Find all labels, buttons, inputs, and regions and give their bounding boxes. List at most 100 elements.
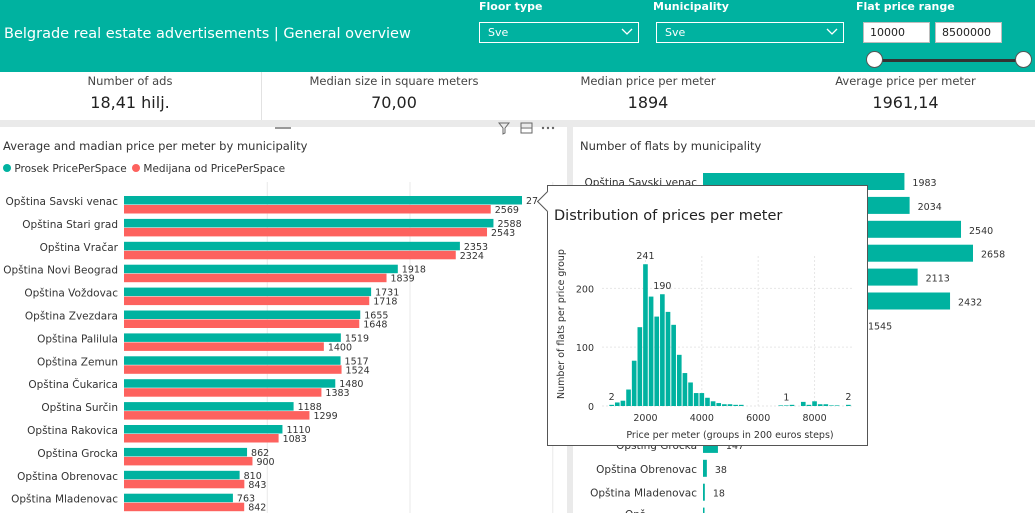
data-label: 843 — [248, 480, 266, 491]
title-separator: | — [269, 26, 284, 42]
category-label: Opš — [625, 509, 645, 513]
report-title: Belgrade real estate advertisements | Ge… — [4, 26, 411, 42]
bar — [124, 365, 342, 374]
kpi-card-median-price: Median price per meter 1894 — [520, 74, 776, 112]
bar — [124, 205, 491, 214]
left-bar-chart[interactable]: Opština Savski venac 272569Opština Stari … — [0, 127, 567, 513]
kpi-value: 1961,14 — [872, 93, 939, 112]
price-range-label: Flat price range — [856, 0, 955, 13]
data-label: 2432 — [958, 298, 982, 309]
histogram-bar — [710, 401, 716, 406]
y-tick-label: 100 — [576, 343, 594, 354]
histogram-bar — [648, 296, 654, 406]
category-label: Opština Obrenovac — [596, 464, 697, 476]
municipality-dropdown[interactable]: Sve — [656, 22, 844, 43]
category-label: Opština Vračar — [40, 242, 119, 254]
histogram-tooltip: Distribution of prices per meter 0 100 200… — [536, 185, 868, 446]
bar — [124, 264, 398, 274]
price-min-input[interactable]: 10000 — [863, 22, 930, 43]
histogram-bar — [846, 404, 851, 406]
data-label: 900 — [256, 457, 274, 468]
data-label: 1718 — [373, 297, 397, 308]
category-label: Opština Rakovica — [27, 425, 118, 437]
bar — [124, 388, 322, 397]
data-label: 241 — [636, 251, 654, 262]
histogram-bar — [778, 405, 784, 406]
histogram-bar — [812, 401, 817, 406]
bar — [124, 319, 360, 328]
category-label: Opština Novi Beograd — [3, 265, 118, 277]
histogram-bar — [671, 324, 676, 406]
category-label: Opština Obrenovac — [17, 471, 118, 483]
histogram-bar — [834, 405, 840, 406]
report-title-sub: General overview — [283, 26, 411, 42]
y-axis-title: Number of flats per price group — [556, 249, 567, 399]
histogram-bar — [643, 264, 648, 406]
bar — [124, 218, 494, 228]
y-tick-label: 200 — [576, 284, 594, 295]
histogram-bar — [823, 404, 829, 406]
category-label: Opština Palilula — [37, 333, 118, 345]
report-title-main: Belgrade real estate advertisements — [4, 26, 270, 42]
data-label: 2034 — [918, 202, 942, 213]
data-label: 1 — [783, 392, 789, 403]
bar — [124, 447, 248, 457]
histogram-bar — [620, 400, 626, 406]
histogram-bar — [609, 404, 614, 406]
bar — [124, 356, 341, 365]
bar — [124, 241, 460, 251]
category-label: Opština Mladenovac — [590, 488, 697, 500]
bar — [124, 411, 310, 420]
bar — [124, 470, 240, 480]
data-label: 1983 — [912, 178, 936, 189]
category-label: Opština Zemun — [37, 356, 118, 368]
data-label: 1545 — [868, 321, 892, 332]
kpi-card-ads: Number of ads 18,41 hilj. — [0, 74, 260, 112]
category-label: Opština Voždovac — [24, 288, 118, 300]
bar — [124, 434, 279, 443]
bar — [703, 483, 705, 501]
category-label: Opština Zvezdara — [25, 311, 118, 323]
data-label: 2658 — [981, 250, 1005, 261]
bar — [124, 425, 283, 434]
data-label: 2569 — [495, 205, 519, 216]
bar — [124, 227, 488, 237]
data-label: 1400 — [328, 342, 352, 353]
bar — [124, 493, 233, 503]
histogram-bar — [626, 389, 631, 406]
category-label: Opština Stari grad — [22, 219, 118, 231]
bar — [703, 459, 707, 477]
left-chart-panel[interactable]: Average and madian price per meter by mu… — [0, 122, 567, 513]
x-axis-title: Price per meter (groups in 200 euros ste… — [626, 430, 833, 441]
histogram-bar — [631, 360, 637, 406]
data-label: 2113 — [926, 274, 950, 285]
histogram-bar — [789, 404, 795, 406]
floor-type-dropdown[interactable]: Sve — [479, 22, 639, 43]
kpi-value: 1894 — [627, 93, 669, 112]
chevron-down-icon — [826, 28, 838, 35]
category-label: Opština Surčin — [41, 402, 118, 414]
data-label: 1524 — [346, 365, 370, 376]
category-label: Opština Čukarica — [28, 378, 118, 391]
histogram-bar — [829, 405, 834, 406]
histogram-bar — [688, 382, 693, 406]
price-max-input[interactable]: 8500000 — [935, 22, 1002, 43]
price-range-min-handle[interactable] — [866, 51, 883, 68]
bar — [124, 287, 372, 297]
price-range-max-handle[interactable] — [1015, 51, 1032, 68]
histogram-bar — [784, 405, 789, 406]
municipality-value: Sve — [665, 26, 686, 39]
bar — [124, 479, 245, 489]
data-label: 2540 — [969, 226, 993, 237]
kpi-card-average-price: Average price per meter 1961,14 — [776, 74, 1035, 112]
kpi-strip: Number of ads 18,41 hilj. Median size in… — [0, 72, 1035, 120]
municipality-label: Municipality — [653, 0, 729, 13]
data-label: 1839 — [391, 274, 415, 285]
data-label: 842 — [248, 503, 266, 513]
x-tick-label: 4000 — [690, 413, 714, 424]
bar — [124, 273, 387, 283]
x-tick-label: 2000 — [633, 413, 657, 424]
data-label: 1083 — [283, 434, 307, 445]
kpi-label: Median size in square meters — [309, 74, 479, 88]
kpi-card-median-size: Median size in square meters 70,00 — [262, 74, 526, 112]
